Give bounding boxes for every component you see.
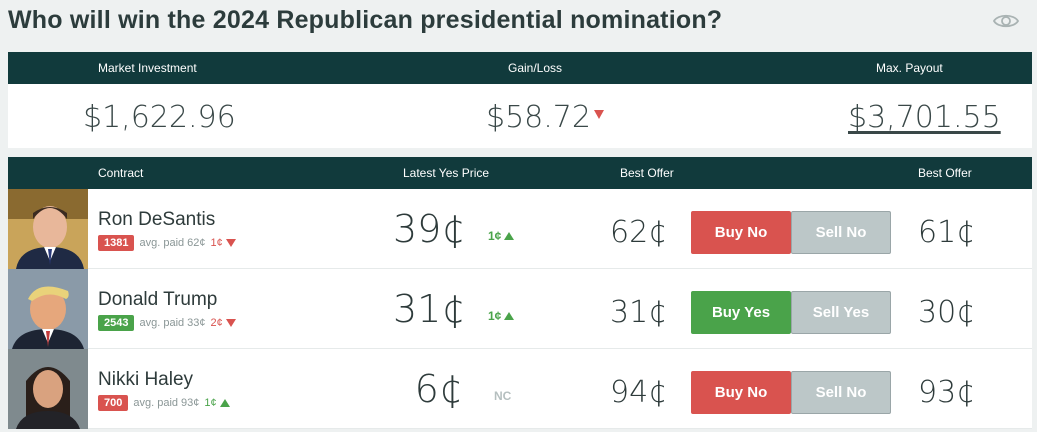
avg-paid: avg. paid 33¢	[139, 317, 206, 329]
avatar	[8, 189, 88, 269]
eye-icon[interactable]	[992, 10, 1020, 32]
sell-yes-button[interactable]: Sell Yes	[791, 291, 891, 334]
price-change: 1¢	[488, 309, 515, 323]
best-offer-2: 61¢	[918, 215, 976, 250]
market-investment-header: Market Investment	[98, 61, 197, 75]
avg-change: 1¢	[204, 397, 230, 409]
best-offer-2: 93¢	[918, 375, 976, 410]
best-offer-2: 30¢	[918, 295, 976, 330]
contract-header: Contract	[98, 166, 144, 180]
sell-no-button[interactable]: Sell No	[791, 211, 891, 254]
buy-yes-button[interactable]: Buy Yes	[691, 291, 791, 334]
max-payout-value[interactable]: $3,701.55	[848, 100, 1001, 135]
latest-yes-price: 39¢	[393, 207, 466, 251]
shares-badge: 700	[98, 395, 129, 411]
avatar	[8, 349, 88, 429]
gain-loss-value: $58.72	[486, 100, 604, 135]
avg-change: 1¢	[211, 237, 236, 249]
position-info: 2543 avg. paid 33¢ 2¢	[98, 315, 236, 331]
summary-header: Market Investment Gain/Loss Max. Payout	[8, 52, 1032, 84]
arrow-up-icon	[504, 232, 515, 240]
shares-badge: 2543	[98, 315, 135, 331]
gain-loss-header: Gain/Loss	[508, 61, 563, 75]
avg-paid: avg. paid 93¢	[133, 397, 200, 409]
price-change: 1¢	[488, 229, 515, 243]
best-offer-header-1: Best Offer	[620, 166, 674, 180]
contract-name: Nikki Haley	[98, 369, 194, 390]
position-info: 700 avg. paid 93¢ 1¢	[98, 395, 230, 411]
summary-values: $1,622.96 $58.72 $3,701.55	[8, 84, 1032, 148]
table-row: Donald Trump 2543 avg. paid 33¢ 2¢ 31¢ 1…	[8, 269, 1032, 349]
best-offer-1: 94¢	[610, 375, 668, 410]
best-offer-1: 62¢	[610, 215, 668, 250]
buy-no-button[interactable]: Buy No	[691, 371, 791, 414]
latest-yes-price: 31¢	[393, 287, 466, 331]
contract-name: Ron DeSantis	[98, 209, 216, 230]
table-row: Ron DeSantis 1381 avg. paid 62¢ 1¢ 39¢ 1…	[8, 189, 1032, 269]
avatar	[8, 269, 88, 349]
table-row: Nikki Haley 700 avg. paid 93¢ 1¢ 6¢ NC 9…	[8, 349, 1032, 429]
arrow-up-icon	[219, 399, 230, 407]
avg-change: 2¢	[211, 317, 236, 329]
max-payout-header: Max. Payout	[876, 61, 943, 75]
buy-no-button[interactable]: Buy No	[691, 211, 791, 254]
arrow-down-icon	[225, 319, 236, 327]
latest-yes-price-header: Latest Yes Price	[403, 166, 490, 180]
best-offer-header-2: Best Offer	[918, 166, 972, 180]
contract-table-header: Contract Latest Yes Price Best Offer Bes…	[8, 157, 1032, 189]
contract-name: Donald Trump	[98, 289, 218, 310]
market-investment-value: $1,622.96	[83, 100, 236, 135]
page-title: Who will win the 2024 Republican preside…	[8, 6, 723, 34]
position-info: 1381 avg. paid 62¢ 1¢	[98, 235, 236, 251]
avg-paid: avg. paid 62¢	[139, 237, 206, 249]
best-offer-1: 31¢	[610, 295, 668, 330]
arrow-down-icon	[593, 110, 604, 119]
shares-badge: 1381	[98, 235, 135, 251]
arrow-up-icon	[504, 312, 515, 320]
arrow-down-icon	[225, 239, 236, 247]
sell-no-button[interactable]: Sell No	[791, 371, 891, 414]
latest-yes-price: 6¢	[414, 367, 463, 411]
price-change: NC	[494, 389, 512, 403]
